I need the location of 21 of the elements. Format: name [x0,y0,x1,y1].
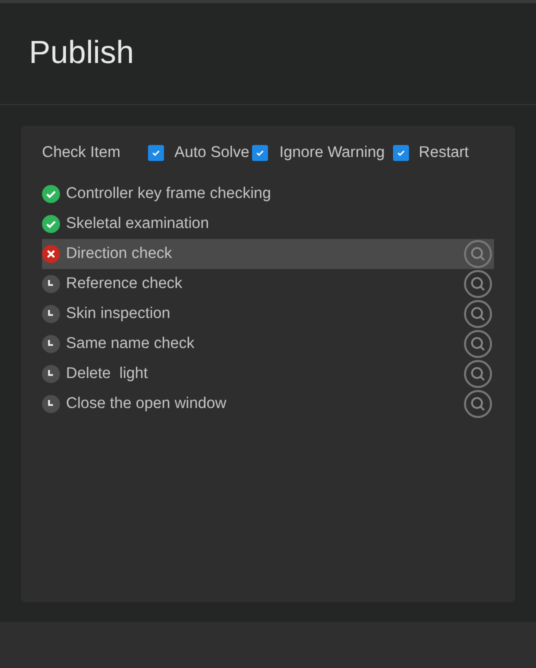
check-row[interactable]: Reference check [42,269,494,299]
checkbox-label[interactable]: Auto Solve [174,141,250,165]
check-label: Close the open window [66,394,226,414]
check-row[interactable]: Same name check [42,329,494,359]
check-label: Skeletal examination [66,214,210,234]
check-row[interactable]: Delete light [42,359,494,389]
check-label: Controller key frame checking [66,184,272,204]
check-label: Delete light [66,364,148,384]
column-label: Check Item [42,143,120,164]
check-row[interactable]: Direction check [42,239,494,269]
check-row[interactable]: Skeletal examination [42,209,494,239]
check-label: Direction check [66,244,172,264]
check-row[interactable]: Close the open window [42,389,494,419]
checkbox-label[interactable]: Ignore Warning [279,141,385,165]
check-row[interactable]: Controller key frame checking [42,179,494,209]
window-title: Publish [29,35,135,70]
checkbox-label[interactable]: Restart [418,141,469,165]
check-label: Skin inspection [66,304,170,324]
check-label: Reference check [66,274,182,294]
check-label: Same name check [66,334,194,354]
check-row[interactable]: Skin inspection [42,299,494,329]
